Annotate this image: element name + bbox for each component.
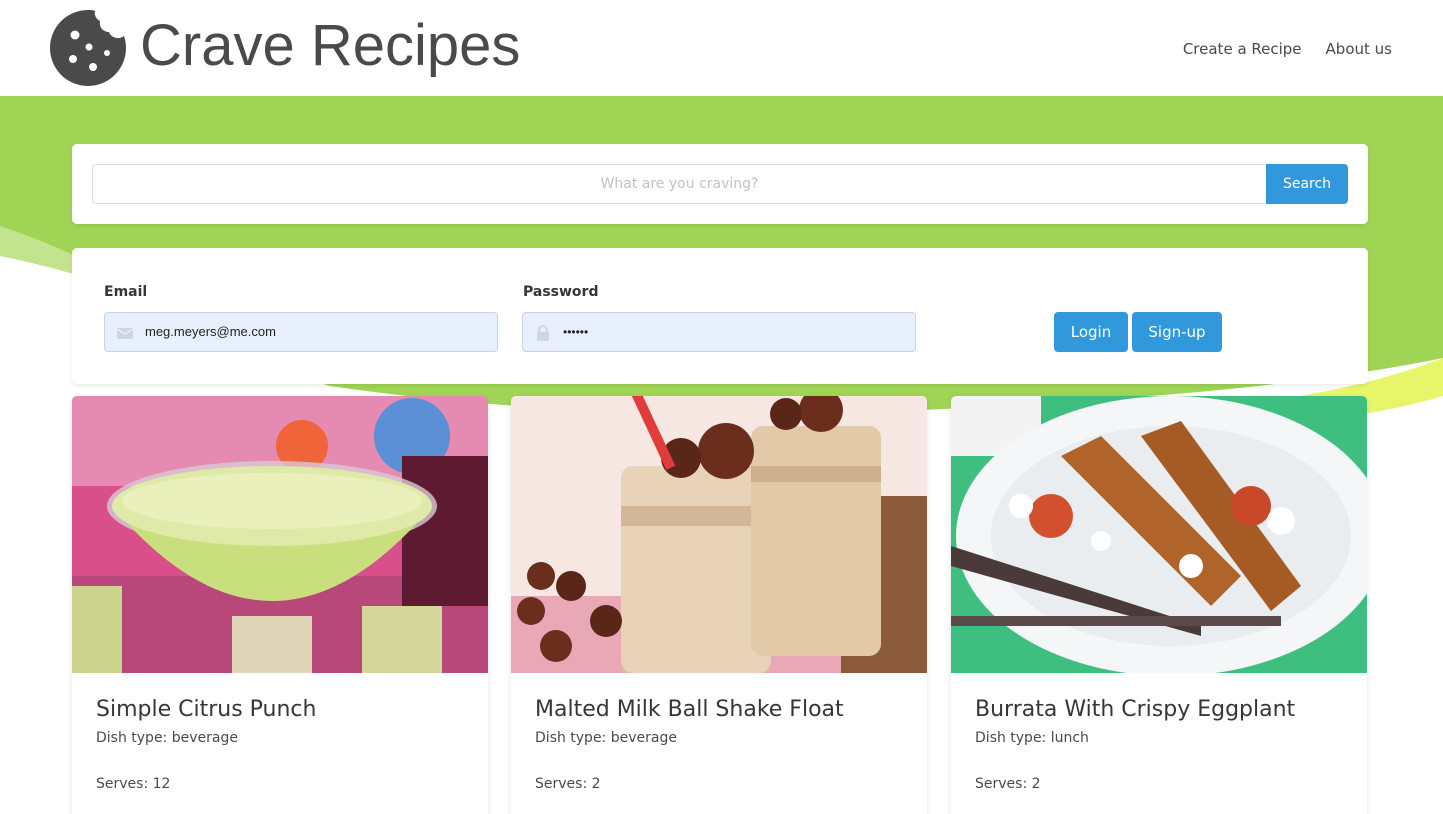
password-value: •••••• xyxy=(563,325,589,339)
top-nav: Create a Recipe About us xyxy=(1183,38,1392,60)
search-input[interactable] xyxy=(92,164,1267,204)
recipe-image[interactable] xyxy=(72,396,488,673)
site-header: Crave Recipes Create a Recipe About us xyxy=(0,0,1443,96)
lock-icon xyxy=(537,325,549,341)
envelope-icon xyxy=(116,328,134,339)
recipe-serves: Serves: 2 xyxy=(975,776,1041,792)
recipe-dish-type: Dish type: beverage xyxy=(96,730,238,746)
email-field[interactable]: meg.meyers@me.com xyxy=(104,312,498,352)
recipe-title[interactable]: Simple Citrus Punch xyxy=(96,697,316,722)
nav-about-us[interactable]: About us xyxy=(1326,38,1392,60)
recipe-dish-type: Dish type: lunch xyxy=(975,730,1089,746)
recipe-serves: Serves: 2 xyxy=(535,776,601,792)
recipe-dish-type: Dish type: beverage xyxy=(535,730,677,746)
recipe-image[interactable] xyxy=(511,396,927,673)
brand-title[interactable]: Crave Recipes xyxy=(140,8,520,84)
recipe-card[interactable]: Burrata With Crispy Eggplant Dish type: … xyxy=(951,396,1367,814)
email-label: Email xyxy=(104,284,148,300)
search-button[interactable]: Search xyxy=(1266,164,1348,204)
recipe-title[interactable]: Malted Milk Ball Shake Float xyxy=(535,697,844,722)
login-button[interactable]: Login xyxy=(1054,312,1128,352)
password-field[interactable]: •••••• xyxy=(522,312,916,352)
recipe-image[interactable] xyxy=(951,396,1367,673)
login-panel: Email meg.meyers@me.com Password •••••• … xyxy=(72,248,1368,384)
recipe-title[interactable]: Burrata With Crispy Eggplant xyxy=(975,697,1295,722)
signup-button[interactable]: Sign-up xyxy=(1132,312,1222,352)
recipe-card[interactable]: Simple Citrus Punch Dish type: beverage … xyxy=(72,396,488,814)
recipe-serves: Serves: 12 xyxy=(96,776,171,792)
email-value: meg.meyers@me.com xyxy=(145,324,276,339)
recipe-card[interactable]: Malted Milk Ball Shake Float Dish type: … xyxy=(511,396,927,814)
search-panel: Search xyxy=(72,144,1368,224)
nav-create-recipe[interactable]: Create a Recipe xyxy=(1183,38,1302,60)
password-label: Password xyxy=(523,284,599,300)
cookie-icon[interactable] xyxy=(47,7,129,89)
